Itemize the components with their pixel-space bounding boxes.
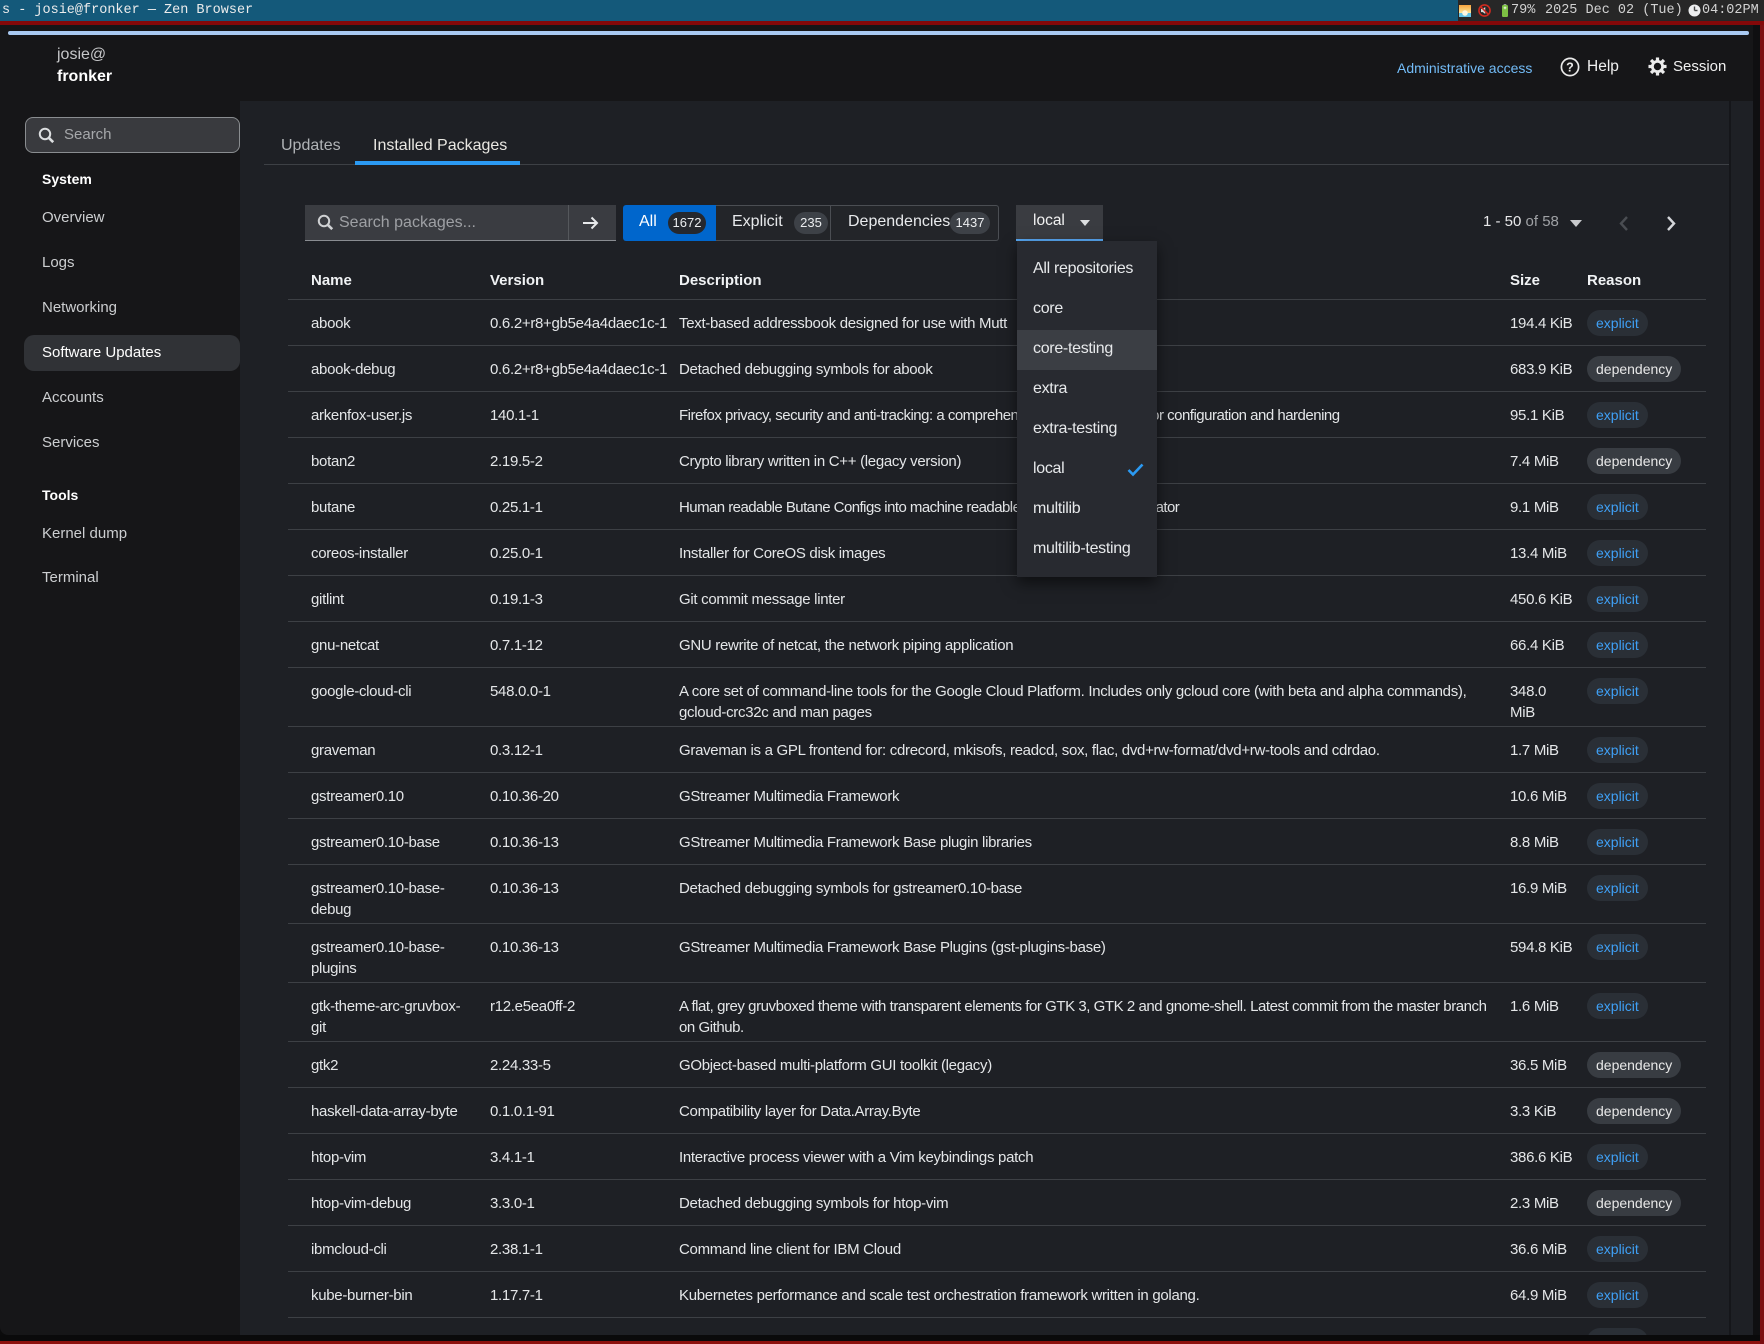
- svg-text:?: ?: [1566, 61, 1574, 75]
